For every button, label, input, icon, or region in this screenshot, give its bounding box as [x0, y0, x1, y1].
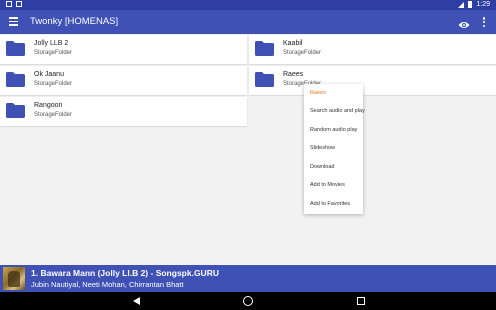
eye-icon[interactable] [458, 17, 470, 28]
context-menu: Raees Search audio and play Random audio… [304, 84, 365, 214]
menu-item-search-audio-and-play[interactable]: Search audio and play [310, 108, 365, 114]
track-artist: Jubin Nautiyal, Neeti Mohan, Chirrantan … [31, 280, 184, 289]
item-name: Ok Jaanu [34, 71, 64, 78]
item-name: Raees [283, 71, 304, 78]
app-title: Twonky [HOMENAS] [30, 16, 119, 27]
item-type: StorageFolder [34, 50, 73, 56]
menu-item-add-to-movies[interactable]: Add to Movies [310, 182, 345, 188]
home-icon[interactable] [243, 296, 253, 306]
notification-icon [6, 1, 12, 7]
menu-icon[interactable] [9, 17, 18, 26]
now-playing-bar[interactable]: 1. Bawara Mann (Jolly Ll.B 2) - Songspk.… [0, 265, 496, 292]
list-item-raees[interactable]: Raees StorageFolder [249, 66, 496, 95]
more-vert-icon[interactable] [481, 16, 487, 28]
list-item-jolly-llb-2[interactable]: Jolly LLB 2 StorageFolder [0, 35, 247, 64]
menu-item-add-to-favorites[interactable]: Add to Favorites [310, 201, 350, 207]
item-type: StorageFolder [283, 50, 322, 56]
menu-item-random-audio-play[interactable]: Random audio play [310, 127, 357, 133]
list-item-ok-jaanu[interactable]: Ok Jaanu StorageFolder [0, 66, 247, 95]
battery-icon [468, 1, 473, 8]
item-type: StorageFolder [34, 112, 73, 118]
folder-icon [6, 41, 25, 56]
download-notification-icon [16, 1, 22, 7]
recent-apps-icon[interactable] [357, 297, 365, 305]
back-icon[interactable] [133, 297, 140, 305]
item-type: StorageFolder [34, 81, 73, 87]
folder-icon [255, 72, 274, 87]
album-art [3, 267, 25, 290]
item-name: Jolly LLB 2 [34, 40, 69, 47]
wifi-icon [458, 1, 465, 8]
clock: 1:29 [476, 1, 490, 8]
app-bar: Twonky [HOMENAS] [0, 10, 496, 34]
system-nav-bar [0, 292, 496, 310]
context-menu-title: Raees [310, 90, 326, 96]
folder-icon [255, 41, 274, 56]
item-name: Rangoon [34, 102, 63, 109]
list-item-rangoon[interactable]: Rangoon StorageFolder [0, 97, 247, 126]
folder-icon [6, 103, 25, 118]
menu-item-download[interactable]: Download [310, 164, 334, 170]
list-item-kaabil[interactable]: Kaabil StorageFolder [249, 35, 496, 64]
notification-icons [6, 1, 22, 7]
folder-icon [6, 72, 25, 87]
menu-item-slideshow[interactable]: Slideshow [310, 145, 335, 151]
status-bar: 1:29 [0, 0, 496, 10]
item-name: Kaabil [283, 40, 303, 47]
track-title: 1. Bawara Mann (Jolly Ll.B 2) - Songspk.… [31, 268, 219, 278]
system-icons: 1:29 [458, 1, 490, 8]
